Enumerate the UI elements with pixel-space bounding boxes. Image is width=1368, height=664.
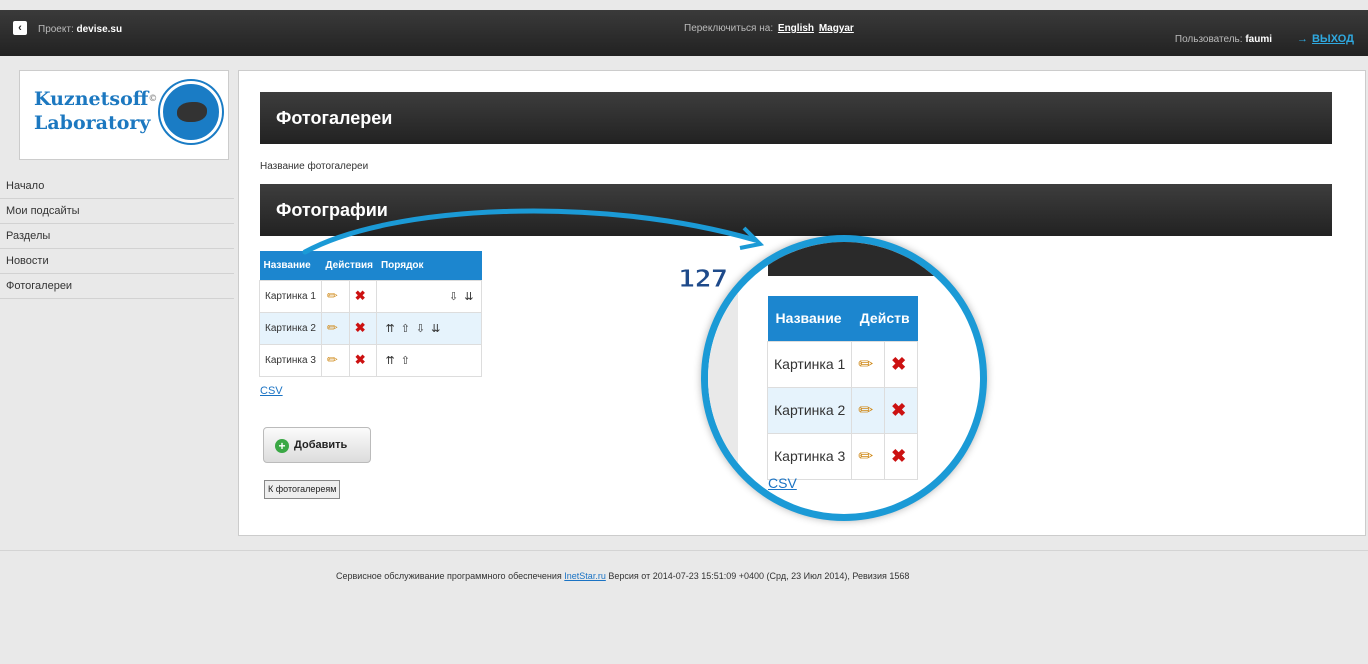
footer: Сервисное обслуживание программного обес… [336,571,909,581]
lens-dark-bar [768,242,968,276]
zoomed-photo-name: Картинка 1 [766,340,853,388]
logo-emblem-icon [160,81,222,143]
footer-text-before: Сервисное обслуживание программного обес… [336,571,562,581]
table-row: Картинка 2 ✏ ✖ ⇈ ⇧ ⇩ ⇊ [259,311,483,345]
zoomed-row: Картинка 2 ✏ ✖ [766,386,919,434]
logout-link[interactable]: → ВЫХОД [1297,33,1354,45]
language-link-english[interactable]: English [778,23,814,34]
delete-x-icon: ✖ [891,353,907,374]
sidebar-item-photogalleries[interactable]: Фотогалереи [0,274,234,299]
move-bottom-icon[interactable]: ⇊ [464,291,473,303]
move-up-icon[interactable]: ⇧ [401,355,410,367]
edit-pencil-icon[interactable]: ✏ [327,288,338,303]
sidebar-item-sections[interactable]: Разделы [0,224,234,249]
zoomed-table: Название Действ Картинка 1 ✏ ✖ Картинка … [766,296,919,480]
user-name: faumi [1245,34,1272,45]
arrow-right-icon: → [1296,33,1308,45]
delete-x-icon: ✖ [891,445,907,466]
footer-divider [0,550,1368,551]
back-to-galleries-button[interactable]: К фотогалереям [264,480,341,499]
logo-mark: © [148,94,158,104]
photos-table: Название Действия Порядок Картинка 1 ✏ ✖… [259,251,483,377]
callout-curve-path [302,208,758,255]
chevron-left-icon[interactable]: ‹ [13,21,27,35]
callout-curve [302,208,765,255]
move-down-icon[interactable]: ⇩ [416,323,425,335]
magnifier-lens: Название Действ Картинка 1 ✏ ✖ Картинка … [701,235,987,521]
logo-line1: Kuznetsoff [34,88,149,110]
language-switcher: Переключиться на: English Magyar [684,23,854,34]
zoomed-header-row: Название Действ [767,296,918,341]
sidebar-item-news[interactable]: Новости [0,249,234,274]
lens-sidebar-area [708,242,738,514]
edit-pencil-icon[interactable]: ✏ [327,320,338,335]
photo-name: Картинка 2 [259,311,322,345]
logo[interactable]: Kuznetsoff© Laboratory [19,70,229,160]
project-name: devise.su [76,24,123,35]
zoomed-photo-name: Картинка 3 [766,432,853,480]
delete-x-icon: ✖ [891,399,907,420]
footer-link-inetstar[interactable]: InetStar.ru [564,571,606,581]
language-switch-label: Переключиться на: [684,23,774,34]
delete-x-icon[interactable]: ✖ [355,352,366,367]
logo-text: Kuznetsoff© Laboratory [34,87,157,135]
logout-label: ВЫХОД [1311,33,1354,45]
table-row: Картинка 3 ✏ ✖ ⇈ ⇧ [259,343,483,377]
sidebar-item-home[interactable]: Начало [0,174,234,199]
move-up-icon[interactable]: ⇧ [401,323,410,335]
sidebar-nav: Начало Мои подсайты Разделы Новости Фото… [0,174,234,299]
table-row: Картинка 1 ✏ ✖ ⇩ ⇊ [259,279,483,313]
zoomed-row: Картинка 1 ✏ ✖ [766,340,919,388]
logo-line2: Laboratory [34,112,151,134]
user-label: Пользователь: [1174,34,1243,45]
move-top-icon[interactable]: ⇈ [385,323,394,335]
page-title: Фотогалереи [260,92,1332,144]
move-down-icon[interactable]: ⇩ [449,291,458,303]
project-label: Проект: [38,24,74,35]
plus-icon: + [275,439,289,453]
zoomed-photo-name: Картинка 2 [766,386,853,434]
top-bar: ‹ Проект: devise.su Переключиться на: En… [0,10,1368,56]
zoomed-row: Картинка 3 ✏ ✖ [766,432,919,480]
move-bottom-icon[interactable]: ⇊ [431,323,440,335]
footer-text-after: Версия от 2014-07-23 15:51:09 +0400 (Срд… [608,571,910,581]
edit-pencil-icon[interactable]: ✏ [327,352,338,367]
move-top-icon[interactable]: ⇈ [385,355,394,367]
zoomed-csv-link: CSV [768,475,797,491]
csv-link[interactable]: CSV [260,385,283,397]
project-info: Проект: devise.su [38,24,122,35]
add-button-label: Добавить [294,439,348,451]
zoomed-column-header-name: Название [767,296,852,341]
sidebar-item-my-subsites[interactable]: Мои подсайты [0,199,234,224]
language-link-magyar[interactable]: Magyar [819,23,854,34]
gallery-name-label: Название фотогалереи [260,161,369,172]
edit-pencil-icon: ✏ [858,445,874,466]
photo-name: Картинка 1 [259,279,322,313]
delete-x-icon[interactable]: ✖ [355,288,366,303]
photo-name: Картинка 3 [259,343,322,377]
edit-pencil-icon: ✏ [858,353,874,374]
add-button[interactable]: + Добавить [263,427,371,463]
user-info: Пользователь: faumi [1175,34,1272,45]
zoomed-column-header-actions: Действ [851,296,918,341]
delete-x-icon[interactable]: ✖ [355,320,366,335]
edit-pencil-icon: ✏ [858,399,874,420]
